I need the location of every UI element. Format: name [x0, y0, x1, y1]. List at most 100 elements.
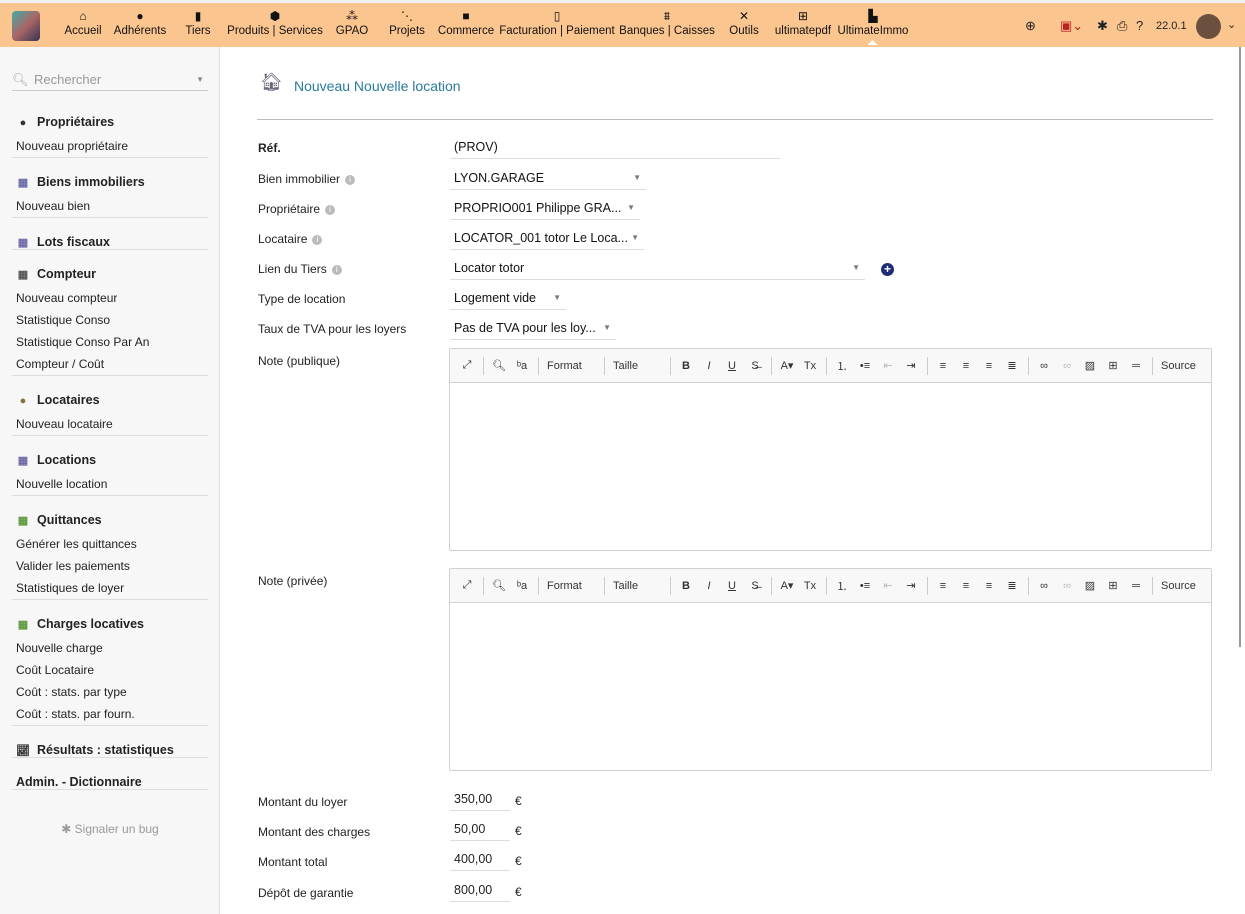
- nav-banques-caisses[interactable]: ⩩ Banques | Caisses: [619, 7, 715, 37]
- sidebar-item[interactable]: Coût : stats. par fourn.: [16, 707, 135, 721]
- align-right-icon[interactable]: ≡: [982, 360, 996, 372]
- numbered-list-icon[interactable]: ⒈: [835, 578, 849, 594]
- sidebar-item[interactable]: Générer les quittances: [16, 537, 137, 551]
- align-right-icon[interactable]: ≡: [982, 580, 996, 592]
- nav-ultimatepdf[interactable]: ⊞ ultimatepdf: [775, 7, 831, 37]
- sidebar-item[interactable]: Coût Locataire: [16, 663, 94, 677]
- sidebar-section-8[interactable]: 📈︎ Résultats : statistiques: [16, 743, 174, 757]
- remove-format-icon[interactable]: Tx: [803, 580, 817, 592]
- sidebar-section-6[interactable]: ▦ Quittances: [16, 513, 102, 527]
- table-icon[interactable]: ⊞: [1106, 359, 1120, 372]
- sidebar-section-4[interactable]: ● Locataires: [16, 393, 100, 407]
- numbered-list-icon[interactable]: ⒈: [835, 358, 849, 374]
- strike-icon[interactable]: S̶: [748, 580, 762, 592]
- info-icon[interactable]: i: [312, 234, 323, 245]
- format-dropdown[interactable]: Format: [547, 360, 595, 372]
- source-button[interactable]: Source: [1161, 360, 1196, 372]
- info-icon[interactable]: i: [331, 264, 342, 275]
- search-input[interactable]: 🔍︎ Rechercher ▼: [12, 69, 208, 91]
- table-icon[interactable]: ⊞: [1106, 579, 1120, 592]
- owner-select[interactable]: PROPRIO001 Philippe GRA... ▼: [450, 198, 640, 220]
- info-icon[interactable]: i: [345, 174, 356, 185]
- vat-select[interactable]: Pas de TVA pour les loy... ▼: [450, 318, 616, 340]
- align-center-icon[interactable]: ≡: [959, 580, 973, 592]
- thirdparty-select[interactable]: Locator totor ▼: [450, 258, 865, 280]
- strike-icon[interactable]: S̶: [748, 360, 762, 372]
- image-icon[interactable]: ▨: [1083, 359, 1097, 372]
- remove-format-icon[interactable]: Tx: [803, 360, 817, 372]
- sidebar-section-0[interactable]: ● Propriétaires: [16, 115, 114, 129]
- report-bug-link[interactable]: ✱ Signaler un bug: [0, 822, 220, 836]
- nav-produits-services[interactable]: ⬢ Produits | Services: [227, 7, 323, 37]
- note_private-editor[interactable]: ⤢ 🔍︎ ᵇa Format Taille B I U S̶ A▾ Tx ⒈ •≡ ⇤ ⇥ ≡ ≡ ≡ ≣ ∞ ∞ ▨ ⊞ ═…: [449, 568, 1212, 771]
- sidebar-item[interactable]: Nouvelle location: [16, 477, 107, 491]
- text-color-icon[interactable]: A▾: [780, 579, 794, 592]
- justify-icon[interactable]: ≣: [1005, 359, 1019, 372]
- deposit-input[interactable]: 800,00: [450, 880, 510, 902]
- editor-body[interactable]: [450, 383, 1211, 551]
- sidebar-section-1[interactable]: ▦ Biens immobiliers: [16, 175, 145, 189]
- indent-icon[interactable]: ⇥: [904, 579, 918, 592]
- sidebar-item[interactable]: Statistique Conso: [16, 313, 110, 327]
- find-icon[interactable]: 🔍︎: [492, 359, 506, 372]
- nav-projets[interactable]: ⋱ Projets: [389, 7, 425, 37]
- sidebar-item[interactable]: Nouveau compteur: [16, 291, 117, 305]
- indent-icon[interactable]: ⇥: [904, 359, 918, 372]
- italic-icon[interactable]: I: [702, 360, 716, 372]
- nav-adh-rents[interactable]: ● Adhérents: [114, 7, 166, 37]
- maximize-icon[interactable]: ⤢: [460, 579, 474, 592]
- user-avatar[interactable]: [1196, 14, 1221, 39]
- tenant-select[interactable]: LOCATOR_001 totor Le Loca... ▼: [450, 228, 644, 250]
- underline-icon[interactable]: U: [725, 580, 739, 592]
- nav-commerce[interactable]: ■ Commerce: [438, 7, 494, 37]
- text-color-icon[interactable]: A▾: [780, 359, 794, 372]
- align-left-icon[interactable]: ≡: [936, 580, 950, 592]
- property-select[interactable]: LYON.GARAGE ▼: [450, 168, 646, 190]
- source-button[interactable]: Source: [1161, 580, 1196, 592]
- sidebar-item[interactable]: Nouveau locataire: [16, 417, 113, 431]
- nav-tiers[interactable]: ▮ Tiers: [185, 7, 210, 37]
- language-flag-icon[interactable]: ▣⌄: [1060, 18, 1083, 34]
- sidebar-section-9[interactable]: Admin. - Dictionnaire: [16, 775, 142, 789]
- info-icon[interactable]: i: [325, 204, 336, 215]
- ref-field[interactable]: (PROV): [450, 137, 780, 159]
- sidebar-item[interactable]: Nouveau propriétaire: [16, 139, 128, 153]
- charges-input[interactable]: 50,00: [450, 819, 510, 841]
- size-dropdown[interactable]: Taille: [613, 580, 661, 592]
- sidebar-section-2[interactable]: ▦ Lots fiscaux: [16, 235, 110, 249]
- unlink-icon[interactable]: ∞: [1060, 580, 1074, 592]
- sidebar-item[interactable]: Nouvelle charge: [16, 641, 103, 655]
- align-center-icon[interactable]: ≡: [959, 360, 973, 372]
- maximize-icon[interactable]: ⤢: [460, 359, 474, 372]
- find-icon[interactable]: 🔍︎: [492, 579, 506, 592]
- nav-outils[interactable]: ✕ Outils: [729, 7, 758, 37]
- image-icon[interactable]: ▨: [1083, 579, 1097, 592]
- nav-gpao[interactable]: ⁂ GPAO: [336, 7, 368, 37]
- replace-icon[interactable]: ᵇa: [515, 360, 529, 372]
- bullet-list-icon[interactable]: •≡: [858, 360, 872, 372]
- print-icon[interactable]: ⎙: [1117, 18, 1127, 34]
- sidebar-item[interactable]: Valider les paiements: [16, 559, 130, 573]
- hr-icon[interactable]: ═: [1129, 360, 1143, 372]
- nav-ultimateimmo[interactable]: ▙ UltimateImmo: [838, 7, 908, 45]
- sidebar-section-5[interactable]: ▦ Locations: [16, 453, 96, 467]
- link-icon[interactable]: ∞: [1037, 360, 1051, 372]
- add-icon[interactable]: ⊕: [1025, 18, 1036, 34]
- sidebar-item[interactable]: Statistiques de loyer: [16, 581, 124, 595]
- sidebar-item[interactable]: Statistique Conso Par An: [16, 335, 149, 349]
- outdent-icon[interactable]: ⇤: [881, 359, 895, 372]
- link-icon[interactable]: ∞: [1037, 580, 1051, 592]
- sidebar-item[interactable]: Nouveau bien: [16, 199, 90, 213]
- sidebar-section-7[interactable]: ▦ Charges locatives: [16, 617, 144, 631]
- outdent-icon[interactable]: ⇤: [881, 579, 895, 592]
- bold-icon[interactable]: B: [679, 580, 693, 592]
- unlink-icon[interactable]: ∞: [1060, 360, 1074, 372]
- nav-accueil[interactable]: ⌂ Accueil: [64, 7, 101, 37]
- rent-input[interactable]: 350,00: [450, 789, 510, 811]
- sidebar-item[interactable]: Coût : stats. par type: [16, 685, 127, 699]
- bullet-list-icon[interactable]: •≡: [858, 580, 872, 592]
- bug-icon[interactable]: ✱: [1097, 18, 1108, 34]
- justify-icon[interactable]: ≣: [1005, 579, 1019, 592]
- app-logo[interactable]: [12, 11, 40, 41]
- underline-icon[interactable]: U: [725, 360, 739, 372]
